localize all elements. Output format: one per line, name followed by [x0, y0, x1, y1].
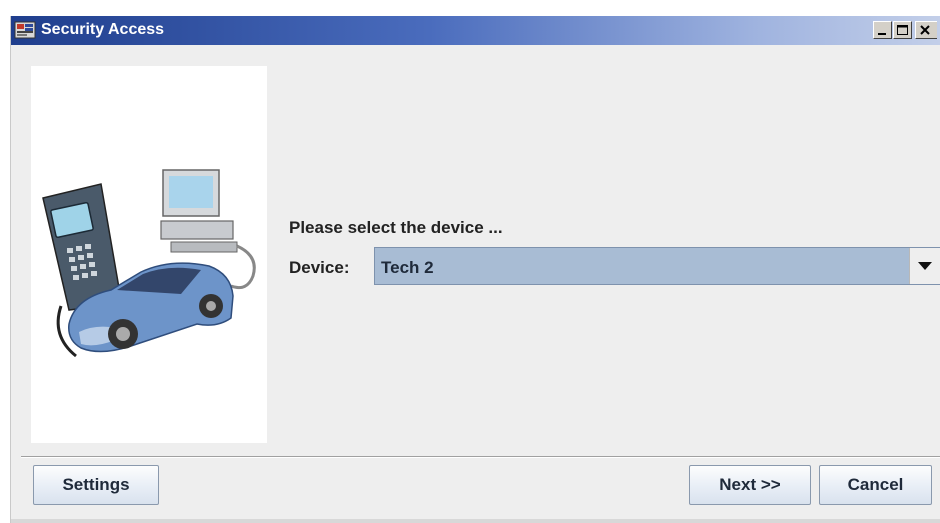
device-select[interactable]: Tech 2: [374, 247, 940, 285]
device-select-value: Tech 2: [381, 258, 434, 277]
app-icon[interactable]: [14, 20, 36, 40]
maximize-icon: [897, 25, 908, 35]
dropdown-button[interactable]: [909, 248, 940, 284]
device-prompt: Please select the device ...: [289, 218, 503, 237]
device-label: Device:: [289, 258, 350, 277]
settings-button[interactable]: Settings: [33, 465, 159, 505]
security-access-window: Security Access Please select the device…: [10, 16, 940, 523]
car-diagnostic-illustration: [31, 66, 267, 443]
minimize-button[interactable]: [873, 21, 892, 39]
chevron-down-icon: [918, 262, 932, 270]
close-icon: [920, 25, 930, 35]
cancel-button[interactable]: Cancel: [819, 465, 932, 505]
minimize-icon: [878, 33, 886, 35]
close-button[interactable]: [915, 21, 937, 39]
window-bottom-edge: [11, 519, 940, 523]
maximize-button[interactable]: [893, 21, 912, 39]
title-bar[interactable]: Security Access: [11, 16, 940, 45]
footer-separator: [21, 456, 940, 458]
next-button[interactable]: Next >>: [689, 465, 811, 505]
window-title: Security Access: [41, 21, 165, 38]
